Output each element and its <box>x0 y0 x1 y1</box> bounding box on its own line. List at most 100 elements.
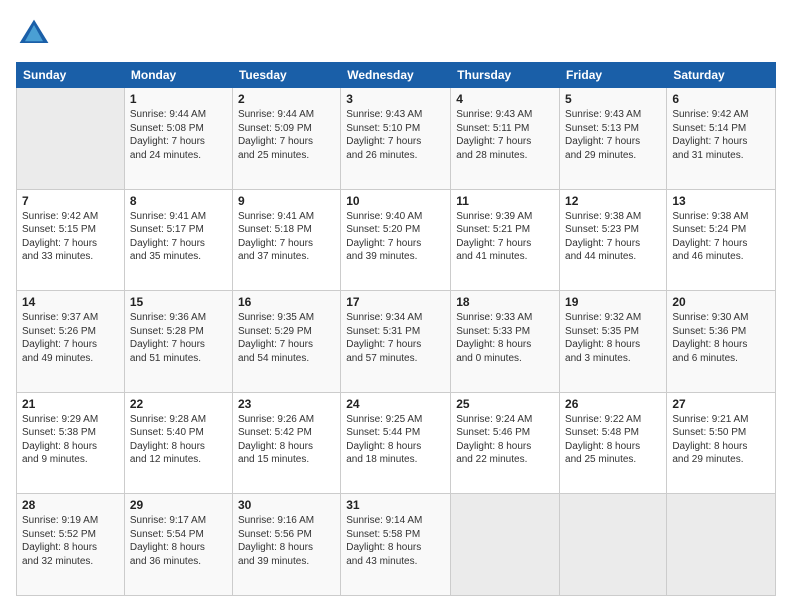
calendar-cell <box>560 494 667 596</box>
day-info: Sunrise: 9:22 AMSunset: 5:48 PMDaylight:… <box>565 413 661 467</box>
day-info: Sunrise: 9:41 AMSunset: 5:17 PMDaylight:… <box>130 210 227 264</box>
day-info: Sunrise: 9:17 AMSunset: 5:54 PMDaylight:… <box>130 514 227 568</box>
day-number: 25 <box>456 397 554 411</box>
logo <box>16 16 58 52</box>
calendar-table: SundayMondayTuesdayWednesdayThursdayFrid… <box>16 62 776 596</box>
day-number: 2 <box>238 92 335 106</box>
day-info: Sunrise: 9:36 AMSunset: 5:28 PMDaylight:… <box>130 311 227 365</box>
day-info: Sunrise: 9:44 AMSunset: 5:09 PMDaylight:… <box>238 108 335 162</box>
day-of-week-header: Tuesday <box>232 63 340 88</box>
calendar-cell: 10 Sunrise: 9:40 AMSunset: 5:20 PMDayligh… <box>341 189 451 291</box>
day-info: Sunrise: 9:24 AMSunset: 5:46 PMDaylight:… <box>456 413 554 467</box>
day-number: 14 <box>22 295 119 309</box>
calendar-cell: 11Sunrise: 9:39 AMSunset: 5:21 PMDayligh… <box>451 189 560 291</box>
calendar-week-row: 28 Sunrise: 9:19 AMSunset: 5:52 PMDayligh… <box>17 494 776 596</box>
day-of-week-header: Wednesday <box>341 63 451 88</box>
day-number: 15 <box>130 295 227 309</box>
day-info: Sunrise: 9:16 AMSunset: 5:56 PMDaylight:… <box>238 514 335 568</box>
calendar-week-row: 7 Sunrise: 9:42 AMSunset: 5:15 PMDaylight… <box>17 189 776 291</box>
calendar-cell: 14 Sunrise: 9:37 AMSunset: 5:26 PMDayligh… <box>17 291 125 393</box>
calendar-cell: 12Sunrise: 9:38 AMSunset: 5:23 PMDayligh… <box>560 189 667 291</box>
day-number: 7 <box>22 194 119 208</box>
day-number: 28 <box>22 498 119 512</box>
calendar-cell: 3 Sunrise: 9:43 AMSunset: 5:10 PMDaylight… <box>341 88 451 190</box>
day-number: 24 <box>346 397 445 411</box>
day-number: 1 <box>130 92 227 106</box>
day-info: Sunrise: 9:43 AMSunset: 5:11 PMDaylight:… <box>456 108 554 162</box>
header <box>16 16 776 52</box>
calendar-cell: 21 Sunrise: 9:29 AMSunset: 5:38 PMDayligh… <box>17 392 125 494</box>
day-number: 29 <box>130 498 227 512</box>
calendar-cell: 17 Sunrise: 9:34 AMSunset: 5:31 PMDayligh… <box>341 291 451 393</box>
calendar-cell: 20Sunrise: 9:30 AMSunset: 5:36 PMDayligh… <box>667 291 776 393</box>
calendar-cell: 28 Sunrise: 9:19 AMSunset: 5:52 PMDayligh… <box>17 494 125 596</box>
day-number: 21 <box>22 397 119 411</box>
logo-icon <box>16 16 52 52</box>
day-number: 18 <box>456 295 554 309</box>
day-number: 3 <box>346 92 445 106</box>
calendar-cell: 24 Sunrise: 9:25 AMSunset: 5:44 PMDayligh… <box>341 392 451 494</box>
day-info: Sunrise: 9:14 AMSunset: 5:58 PMDaylight:… <box>346 514 445 568</box>
calendar-cell: 15 Sunrise: 9:36 AMSunset: 5:28 PMDayligh… <box>124 291 232 393</box>
day-info: Sunrise: 9:25 AMSunset: 5:44 PMDaylight:… <box>346 413 445 467</box>
day-number: 19 <box>565 295 661 309</box>
day-info: Sunrise: 9:39 AMSunset: 5:21 PMDaylight:… <box>456 210 554 264</box>
calendar-header-row: SundayMondayTuesdayWednesdayThursdayFrid… <box>17 63 776 88</box>
calendar-cell: 4 Sunrise: 9:43 AMSunset: 5:11 PMDaylight… <box>451 88 560 190</box>
day-info: Sunrise: 9:26 AMSunset: 5:42 PMDaylight:… <box>238 413 335 467</box>
calendar-cell: 29 Sunrise: 9:17 AMSunset: 5:54 PMDayligh… <box>124 494 232 596</box>
day-info: Sunrise: 9:35 AMSunset: 5:29 PMDaylight:… <box>238 311 335 365</box>
calendar-cell: 26 Sunrise: 9:22 AMSunset: 5:48 PMDayligh… <box>560 392 667 494</box>
day-info: Sunrise: 9:38 AMSunset: 5:24 PMDaylight:… <box>672 210 770 264</box>
calendar-cell: 30 Sunrise: 9:16 AMSunset: 5:56 PMDayligh… <box>232 494 340 596</box>
day-number: 31 <box>346 498 445 512</box>
calendar-cell: 7 Sunrise: 9:42 AMSunset: 5:15 PMDaylight… <box>17 189 125 291</box>
day-number: 8 <box>130 194 227 208</box>
calendar-cell: 18 Sunrise: 9:33 AMSunset: 5:33 PMDayligh… <box>451 291 560 393</box>
day-of-week-header: Thursday <box>451 63 560 88</box>
calendar-cell: 23 Sunrise: 9:26 AMSunset: 5:42 PMDayligh… <box>232 392 340 494</box>
day-info: Sunrise: 9:30 AMSunset: 5:36 PMDaylight:… <box>672 311 770 365</box>
day-info: Sunrise: 9:43 AMSunset: 5:10 PMDaylight:… <box>346 108 445 162</box>
day-of-week-header: Sunday <box>17 63 125 88</box>
calendar-cell: 13 Sunrise: 9:38 AMSunset: 5:24 PMDayligh… <box>667 189 776 291</box>
day-number: 5 <box>565 92 661 106</box>
day-number: 17 <box>346 295 445 309</box>
day-number: 27 <box>672 397 770 411</box>
day-number: 12 <box>565 194 661 208</box>
day-info: Sunrise: 9:43 AMSunset: 5:13 PMDaylight:… <box>565 108 661 162</box>
day-of-week-header: Monday <box>124 63 232 88</box>
day-number: 6 <box>672 92 770 106</box>
calendar-week-row: 1 Sunrise: 9:44 AMSunset: 5:08 PMDaylight… <box>17 88 776 190</box>
day-number: 9 <box>238 194 335 208</box>
calendar-cell: 19 Sunrise: 9:32 AMSunset: 5:35 PMDayligh… <box>560 291 667 393</box>
day-number: 16 <box>238 295 335 309</box>
day-number: 26 <box>565 397 661 411</box>
day-info: Sunrise: 9:41 AMSunset: 5:18 PMDaylight:… <box>238 210 335 264</box>
day-info: Sunrise: 9:32 AMSunset: 5:35 PMDaylight:… <box>565 311 661 365</box>
day-of-week-header: Friday <box>560 63 667 88</box>
calendar-cell: 25 Sunrise: 9:24 AMSunset: 5:46 PMDayligh… <box>451 392 560 494</box>
day-info: Sunrise: 9:40 AMSunset: 5:20 PMDaylight:… <box>346 210 445 264</box>
day-number: 13 <box>672 194 770 208</box>
day-number: 4 <box>456 92 554 106</box>
calendar-week-row: 21 Sunrise: 9:29 AMSunset: 5:38 PMDayligh… <box>17 392 776 494</box>
calendar-cell <box>667 494 776 596</box>
day-number: 10 <box>346 194 445 208</box>
page: SundayMondayTuesdayWednesdayThursdayFrid… <box>0 0 792 612</box>
calendar-cell: 5 Sunrise: 9:43 AMSunset: 5:13 PMDaylight… <box>560 88 667 190</box>
day-number: 23 <box>238 397 335 411</box>
calendar-cell <box>17 88 125 190</box>
calendar-cell <box>451 494 560 596</box>
day-info: Sunrise: 9:29 AMSunset: 5:38 PMDaylight:… <box>22 413 119 467</box>
calendar-cell: 27Sunrise: 9:21 AMSunset: 5:50 PMDayligh… <box>667 392 776 494</box>
day-info: Sunrise: 9:33 AMSunset: 5:33 PMDaylight:… <box>456 311 554 365</box>
day-info: Sunrise: 9:34 AMSunset: 5:31 PMDaylight:… <box>346 311 445 365</box>
calendar-cell: 16 Sunrise: 9:35 AMSunset: 5:29 PMDayligh… <box>232 291 340 393</box>
day-info: Sunrise: 9:19 AMSunset: 5:52 PMDaylight:… <box>22 514 119 568</box>
day-info: Sunrise: 9:37 AMSunset: 5:26 PMDaylight:… <box>22 311 119 365</box>
day-info: Sunrise: 9:44 AMSunset: 5:08 PMDaylight:… <box>130 108 227 162</box>
day-info: Sunrise: 9:28 AMSunset: 5:40 PMDaylight:… <box>130 413 227 467</box>
day-number: 30 <box>238 498 335 512</box>
day-info: Sunrise: 9:42 AMSunset: 5:15 PMDaylight:… <box>22 210 119 264</box>
